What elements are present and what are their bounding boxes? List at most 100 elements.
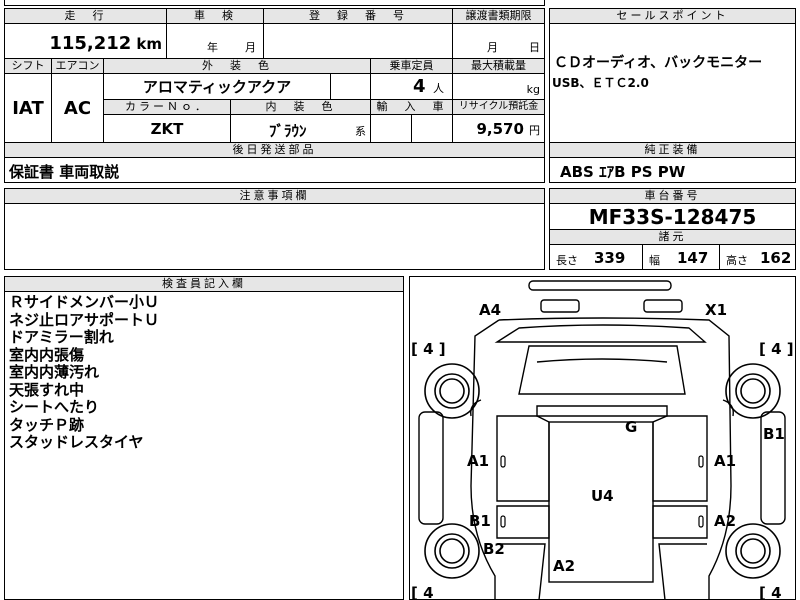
chassis-label: 車台番号 xyxy=(549,188,796,204)
sales-point-line2: USB、ＥＴＣ2.0 xyxy=(552,76,649,90)
exterior-color-cell: アロマティックアクア xyxy=(103,73,331,100)
specs-width-cell: 幅 147 xyxy=(642,244,720,270)
damage-mark-a2-bottom: A2 xyxy=(553,557,575,575)
damage-mark-u4: U4 xyxy=(591,487,614,505)
inspection-label: 車 検 xyxy=(166,8,264,24)
damage-mark-a4: A4 xyxy=(479,301,501,319)
damage-mark-a1-left: A1 xyxy=(467,452,489,470)
damage-mark-b1-left: B1 xyxy=(469,512,491,530)
inspector-label: 検査員記入欄 xyxy=(4,276,404,292)
tire-front-right-shape xyxy=(725,363,781,419)
ac-value: AC xyxy=(63,97,92,119)
recycle-cell: 9,570 円 xyxy=(452,114,545,143)
sales-point-line1: ＣＤオーディオ、バックモニター xyxy=(554,55,763,71)
tire-front-left-shape xyxy=(424,363,480,419)
top-strip xyxy=(4,0,545,6)
headlight-right-shape xyxy=(643,299,683,313)
inspector-line: 室内内薄汚れ xyxy=(9,363,100,381)
ac-label: エアコン xyxy=(51,58,104,74)
mileage-cell: 115,212 km xyxy=(4,23,167,59)
tire-rear-left-mark: [ 4 xyxy=(411,584,434,600)
specs-label: 諸元 xyxy=(549,229,796,245)
accessories-label: 後日発送部品 xyxy=(4,142,545,158)
car-diagram: [ 4 ] [ 4 ] [ 4 [ 4 A4 X1 G B1 A1 A1 U4 … xyxy=(411,280,794,600)
inspector-line: スタッドレスタイヤ xyxy=(9,433,144,451)
mileage-unit: km xyxy=(136,35,162,53)
capacity-value: 4 xyxy=(413,76,426,97)
recycle-label: リサイクル預託金 xyxy=(452,99,545,115)
windshield-shape xyxy=(518,345,686,395)
specs-height-cell: 高さ 162 xyxy=(719,244,796,270)
import-label: 輸 入 車 xyxy=(370,99,453,115)
tire-front-right-hub-shape xyxy=(740,378,766,404)
tire-front-left-mark: [ 4 ] xyxy=(411,340,446,358)
interior-color-label: 内 装 色 xyxy=(230,99,371,115)
color-no-label: カラーＮｏ． xyxy=(103,99,231,115)
notes-label: 注意事項欄 xyxy=(4,188,545,204)
specs-length-cell: 長さ 339 xyxy=(549,244,643,270)
max-load-label: 最大積載量 xyxy=(452,58,545,74)
inspection-cell: 年 月 xyxy=(166,23,264,59)
tire-rear-left-shape xyxy=(424,523,480,579)
transfer-cell: 月 日 xyxy=(452,23,545,59)
accessories-cell: 保証書 車両取説 xyxy=(4,157,545,183)
inspector-line: Ｒサイドメンバー小Ｕ xyxy=(9,293,160,311)
recycle-value: 9,570 xyxy=(476,120,524,138)
recycle-unit: 円 xyxy=(529,124,540,137)
sales-point-label: セールスポイント xyxy=(549,8,796,24)
inspector-lines: Ｒサイドメンバー小Ｕ ネジ止ロアサポートＵ ドアミラー割れ 室内内張傷 室内内薄… xyxy=(9,293,160,452)
inspector-line: ネジ止ロアサポートＵ xyxy=(9,310,160,329)
tire-rear-right-shape xyxy=(725,523,781,579)
inspector-cell: Ｒサイドメンバー小Ｕ ネジ止ロアサポートＵ ドアミラー割れ 室内内張傷 室内内薄… xyxy=(4,291,404,600)
genuine-equipment-value: ABS ｴｱB PS PW xyxy=(560,163,686,181)
accessories-value: 保証書 車両取説 xyxy=(9,163,120,181)
inspector-line: ドアミラー割れ xyxy=(9,328,114,346)
front-bumper-shape xyxy=(528,280,672,291)
shift-cell: IAT xyxy=(4,73,52,143)
hood-shape xyxy=(494,324,707,343)
handle-right-front-shape xyxy=(698,455,704,468)
tire-front-right-mark: [ 4 ] xyxy=(759,340,794,358)
tire-rear-right-mark: [ 4 xyxy=(759,584,782,600)
right-quarter-shape xyxy=(658,543,707,600)
handle-left-front-shape xyxy=(500,455,506,468)
inspector-line: 室内内張傷 xyxy=(9,345,85,364)
registration-label: 登 録 番 号 xyxy=(263,8,453,24)
capacity-unit: 人 xyxy=(433,82,444,95)
genuine-equipment-cell: ABS ｴｱB PS PW xyxy=(549,157,796,183)
damage-mark-b1-right: B1 xyxy=(763,425,785,443)
max-load-unit: kg xyxy=(526,83,540,96)
left-side-panel-shape xyxy=(418,411,444,525)
capacity-cell: 4 人 xyxy=(370,73,453,100)
wiper-line-shape xyxy=(536,358,668,363)
damage-mark-g: G xyxy=(625,418,637,436)
body-outline-shape xyxy=(470,317,732,600)
width-value: 147 xyxy=(677,249,709,267)
length-label: 長さ xyxy=(556,254,578,267)
damage-mark-a1-right: A1 xyxy=(714,452,736,470)
height-value: 162 xyxy=(760,249,792,267)
tire-rear-right-hub-shape xyxy=(740,538,766,564)
headlight-left-shape xyxy=(540,299,580,313)
shift-value: IAT xyxy=(12,97,44,119)
chassis-value: MF33S-128475 xyxy=(588,204,757,229)
interior-color-value: ﾌﾞﾗｳﾝ xyxy=(269,122,307,140)
interior-color-suffix: 系 xyxy=(355,125,366,138)
sales-point-cell: ＣＤオーディオ、バックモニター USB、ＥＴＣ2.0 xyxy=(549,23,796,143)
shift-label: シフト xyxy=(4,58,52,74)
tire-rear-left-hub-shape xyxy=(439,538,465,564)
tire-front-left-hub-shape xyxy=(439,378,465,404)
height-label: 高さ xyxy=(726,254,748,267)
transfer-month: 月 xyxy=(487,41,498,54)
max-load-cell: kg xyxy=(452,73,545,100)
notes-cell xyxy=(4,203,545,270)
capacity-label: 乗車定員 xyxy=(370,58,453,74)
registration-cell xyxy=(263,23,453,59)
transfer-day: 日 xyxy=(529,41,540,54)
exterior-color-value: アロマティックアクア xyxy=(142,78,292,96)
roof-front-shape xyxy=(536,405,668,417)
damage-mark-b2: B2 xyxy=(483,540,505,558)
handle-right-rear-shape xyxy=(698,515,704,528)
damage-mark-x1: X1 xyxy=(705,301,727,319)
exterior-color-label: 外 装 色 xyxy=(103,58,371,74)
